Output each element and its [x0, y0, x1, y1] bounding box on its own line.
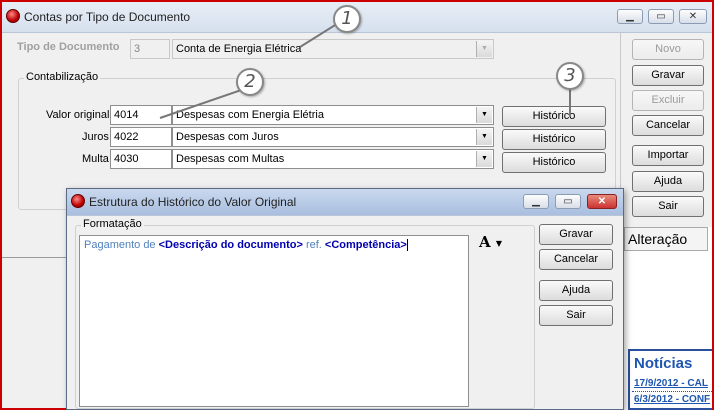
- chevron-down-icon: ▼: [476, 107, 492, 123]
- dialog-cancelar-button[interactable]: Cancelar: [539, 249, 613, 270]
- historico-valor-original-button[interactable]: Histórico: [502, 106, 606, 127]
- dialog-title: Estrutura do Histórico do Valor Original: [89, 195, 297, 209]
- historico-multa-button[interactable]: Histórico: [502, 152, 606, 173]
- minimize-icon[interactable]: ▁: [523, 194, 549, 209]
- multa-code[interactable]: 4030: [110, 149, 172, 169]
- valor-original-label: Valor original: [46, 109, 110, 121]
- juros-code[interactable]: 4022: [110, 127, 172, 147]
- historico-editor[interactable]: Pagamento de <Descrição do documento> re…: [79, 235, 469, 407]
- formatacao-label: Formatação: [81, 218, 144, 230]
- chevron-down-icon: ▼: [495, 238, 503, 248]
- app-icon: [6, 9, 20, 23]
- editor-tag: <Descrição do documento>: [158, 239, 303, 251]
- news-box: Notícias 17/9/2012 - CAL 6/3/2012 - CONF: [628, 349, 712, 410]
- dialog-titlebar[interactable]: Estrutura do Histórico do Valor Original…: [67, 189, 623, 216]
- valor-original-value: Despesas com Energia Elétria: [176, 109, 324, 121]
- juros-value: Despesas com Juros: [176, 131, 279, 143]
- callout-3-line: [569, 87, 571, 117]
- dialog-sair-button[interactable]: Sair: [539, 305, 613, 326]
- side-panel: Alteração Notícias 17/9/2012 - CAL 6/3/2…: [624, 227, 712, 410]
- chevron-down-icon: ▼: [476, 151, 492, 167]
- tipo-documento-label: Tipo de Documento: [17, 41, 120, 53]
- font-button-label: A: [479, 233, 491, 251]
- editor-literal: ref.: [302, 239, 325, 251]
- excluir-button[interactable]: Excluir: [632, 90, 704, 111]
- app-icon: [71, 194, 85, 208]
- maximize-icon[interactable]: ▭: [648, 9, 674, 24]
- valor-original-select[interactable]: Despesas com Energia Elétria ▼: [172, 105, 494, 125]
- news-divider: [632, 391, 712, 392]
- dialog-ajuda-button[interactable]: Ajuda: [539, 280, 613, 301]
- novo-button[interactable]: Novo: [632, 39, 704, 60]
- chevron-down-icon: ▼: [476, 41, 492, 57]
- close-icon[interactable]: ✕: [587, 194, 617, 209]
- importar-button[interactable]: Importar: [632, 145, 704, 166]
- callout-3: 3: [556, 62, 584, 90]
- bottom-divider: [2, 257, 68, 258]
- historico-juros-button[interactable]: Histórico: [502, 129, 606, 150]
- alteracao-header: Alteração: [624, 227, 708, 251]
- historico-dialog: Estrutura do Histórico do Valor Original…: [66, 188, 624, 410]
- multa-select[interactable]: Despesas com Multas ▼: [172, 149, 494, 169]
- dialog-gravar-button[interactable]: Gravar: [539, 224, 613, 245]
- sair-button[interactable]: Sair: [632, 196, 704, 217]
- news-title: Notícias: [634, 355, 693, 372]
- tipo-documento-code[interactable]: 3: [130, 39, 170, 59]
- juros-label: Juros: [82, 131, 109, 143]
- text-caret: [406, 239, 408, 252]
- close-icon[interactable]: ✕: [679, 9, 707, 24]
- tipo-documento-value: Conta de Energia Elétrica: [176, 43, 302, 55]
- ajuda-button[interactable]: Ajuda: [632, 171, 704, 192]
- cancelar-button[interactable]: Cancelar: [632, 115, 704, 136]
- callout-2: 2: [236, 68, 264, 96]
- contabilizacao-label: Contabilização: [24, 71, 101, 83]
- callout-1: 1: [333, 5, 361, 33]
- juros-select[interactable]: Despesas com Juros ▼: [172, 127, 494, 147]
- news-item[interactable]: 17/9/2012 - CAL: [634, 378, 708, 389]
- editor-tag: <Competência>: [324, 239, 407, 251]
- gravar-button[interactable]: Gravar: [632, 65, 704, 86]
- main-window-title: Contas por Tipo de Documento: [24, 10, 191, 24]
- multa-value: Despesas com Multas: [176, 153, 285, 165]
- news-item[interactable]: 6/3/2012 - CONF: [634, 394, 710, 405]
- chevron-down-icon: ▼: [476, 129, 492, 145]
- multa-label: Multa: [82, 153, 109, 165]
- tipo-documento-select[interactable]: Conta de Energia Elétrica ▼: [172, 39, 494, 59]
- minimize-icon[interactable]: ▁: [617, 9, 643, 24]
- font-icon[interactable]: A ▼: [479, 233, 513, 251]
- maximize-icon[interactable]: ▭: [555, 194, 581, 209]
- editor-literal: Pagamento de: [84, 239, 159, 251]
